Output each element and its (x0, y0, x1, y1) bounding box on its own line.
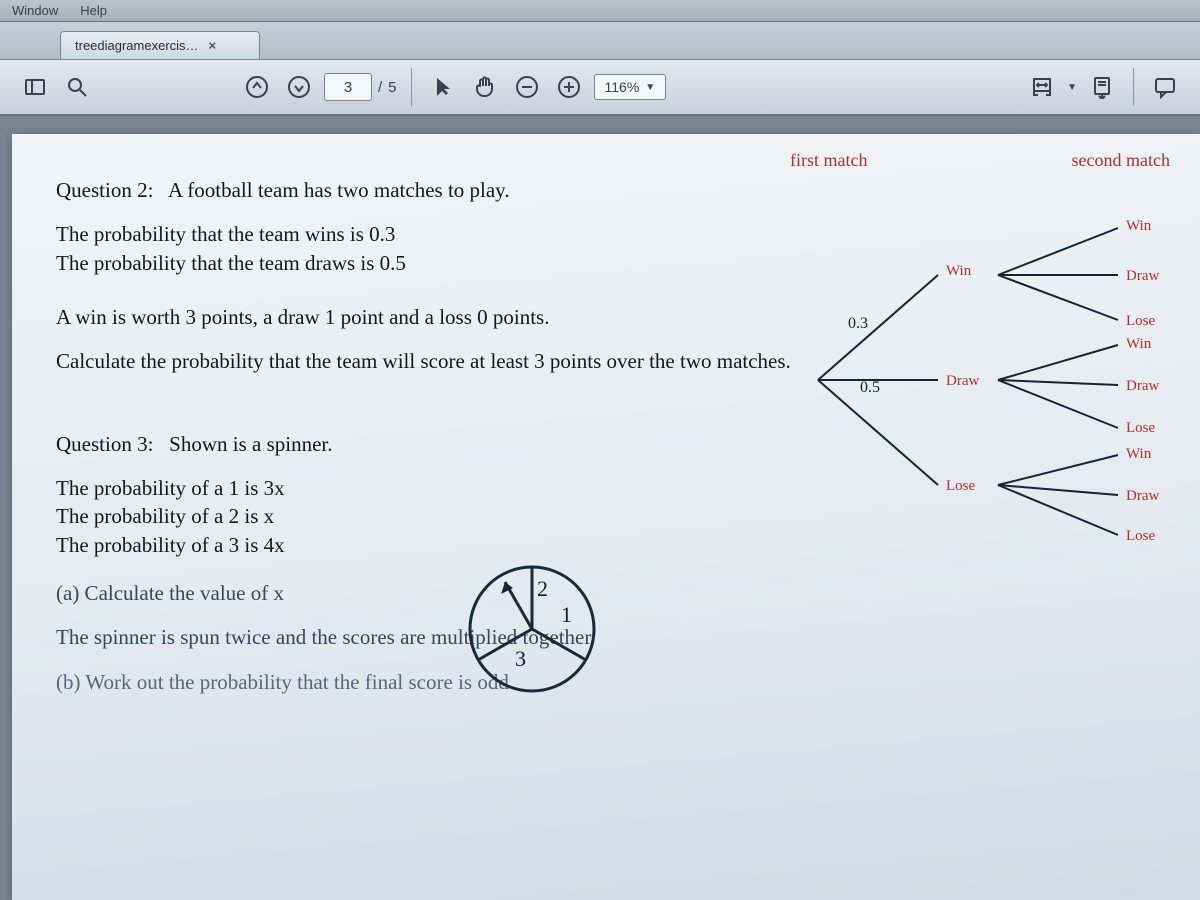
q3-line2: The probability of a 2 is x (56, 502, 796, 530)
document-page: first match second match 0.3 0.5 Win Dra… (12, 134, 1200, 900)
q3-heading: Question 3: Shown is a spinner. (56, 430, 796, 458)
current-page-input[interactable]: 3 (324, 73, 372, 101)
q2-heading: Question 2: A football team has two matc… (56, 176, 796, 204)
q3-title: Shown is a spinner. (169, 432, 332, 456)
second-b-draw: Draw (1126, 378, 1159, 394)
zoom-out-icon[interactable] (510, 70, 544, 104)
chevron-down-icon: ▼ (645, 82, 655, 93)
q2-line4: Calculate the probability that the team … (56, 347, 796, 375)
spinner-sector-1: 1 (561, 602, 572, 627)
second-b-lose: Lose (1126, 420, 1156, 436)
spinner-sector-3: 3 (515, 646, 526, 671)
q3-line3: The probability of a 3 is 4x (56, 531, 796, 559)
first-lose: Lose (946, 478, 976, 494)
first-draw: Draw (946, 373, 979, 389)
q3-line1: The probability of a 1 is 3x (56, 474, 796, 502)
menu-window[interactable]: Window (12, 3, 58, 18)
spinner-sector-2: 2 (537, 576, 548, 601)
q2-line3: A win is worth 3 points, a draw 1 point … (56, 303, 796, 331)
page-separator: / (378, 79, 382, 96)
tab-title: treediagramexercis… (75, 38, 199, 53)
first-win: Win (946, 263, 972, 279)
close-icon[interactable]: × (209, 38, 217, 53)
spinner-diagram: 1 2 3 (457, 554, 607, 704)
menu-bar: Window Help (0, 0, 1200, 22)
q2-label: Question 2: (56, 178, 153, 202)
select-tool-icon[interactable] (426, 70, 460, 104)
prob-draw: 0.5 (860, 379, 880, 396)
document-tab[interactable]: treediagramexercis… × (60, 31, 260, 59)
toolbar-separator (1133, 68, 1134, 106)
sidebar-toggle-icon[interactable] (18, 70, 52, 104)
second-c-draw: Draw (1126, 488, 1159, 504)
menu-help[interactable]: Help (80, 3, 107, 18)
second-a-lose: Lose (1126, 313, 1156, 329)
tree-diagram: 0.3 0.5 Win Draw Lose Win Draw Lose Win … (798, 180, 1188, 560)
page-indicator: 3 / 5 (324, 73, 397, 101)
q3-label: Question 3: (56, 432, 153, 456)
q3-sub-b: (b) Work out the probability that the fi… (56, 668, 796, 696)
document-viewport[interactable]: first match second match 0.3 0.5 Win Dra… (0, 116, 1200, 900)
chevron-down-icon: ▼ (1067, 82, 1077, 93)
zoom-in-icon[interactable] (552, 70, 586, 104)
page-down-icon[interactable] (282, 70, 316, 104)
comment-icon[interactable] (1148, 70, 1182, 104)
second-a-draw: Draw (1126, 268, 1159, 284)
zoom-level-select[interactable]: 116% ▼ (594, 74, 667, 100)
q2-line1: The probability that the team wins is 0.… (56, 220, 796, 248)
zoom-value: 116% (605, 79, 640, 95)
prob-win: 0.3 (848, 315, 868, 332)
second-b-win: Win (1126, 336, 1152, 352)
hand-tool-icon[interactable] (468, 70, 502, 104)
q3-line4: The spinner is spun twice and the scores… (56, 623, 796, 651)
second-a-win: Win (1126, 218, 1152, 234)
page-up-icon[interactable] (240, 70, 274, 104)
tab-strip: treediagramexercis… × (0, 22, 1200, 60)
q3-sub-a: (a) Calculate the value of x (56, 579, 796, 607)
second-c-lose: Lose (1126, 528, 1156, 544)
find-icon[interactable] (60, 70, 94, 104)
q2-line2: The probability that the team draws is 0… (56, 249, 796, 277)
fit-width-icon[interactable] (1025, 70, 1059, 104)
toolbar-separator (411, 68, 412, 106)
second-c-win: Win (1126, 446, 1152, 462)
tree-heading-first: first match (790, 148, 867, 172)
tree-heading-second: second match (1072, 148, 1170, 172)
toolbar: 3 / 5 116% ▼ ▼ (0, 60, 1200, 116)
total-pages: 5 (388, 79, 396, 96)
tree-headings: first match second match (790, 148, 1170, 172)
read-mode-icon[interactable] (1085, 70, 1119, 104)
q2-title: A football team has two matches to play. (168, 178, 510, 202)
